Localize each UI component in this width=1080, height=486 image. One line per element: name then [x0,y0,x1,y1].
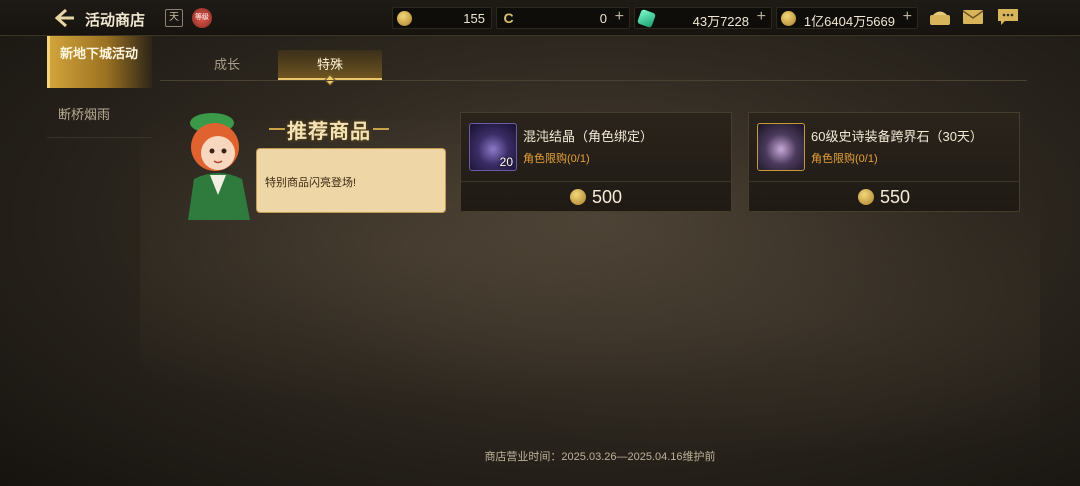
item-count: 20 [499,155,513,169]
purchase-limit: 角色限购(0/1) [523,153,590,165]
speech-bubble: 特别商品闪亮登场! [256,148,446,213]
sidebar-item-label: 断桥烟雨 [58,107,111,122]
sidebar-item-label: 新地下城活动 [60,46,139,61]
currency-value: 155 [463,11,485,26]
currency-gold: 155 [392,7,492,29]
currency-value: 43万7228 [692,14,749,29]
chat-icon[interactable] [997,8,1019,26]
cross-stone-icon [757,123,805,171]
chaos-crystal-icon: 20 [469,123,517,171]
back-arrow-icon[interactable] [54,8,76,28]
currency-value: 1亿6404万5669 [803,14,895,29]
gold-coin-icon [857,189,874,205]
price-value: 500 [591,187,623,207]
currency-gem: 43万7228 + [634,7,772,29]
product-name: 60级史诗装备跨界石（30天） [811,129,983,144]
purchase-limit: 角色限购(0/1) [811,153,878,165]
add-currency-button[interactable]: + [757,8,766,26]
calendar-icon[interactable]: 天 [165,9,183,27]
gold-medal-icon [781,11,796,26]
page-title: 活动商店 [85,12,146,29]
card-divider [461,181,731,182]
tab-growth[interactable]: 成长 [175,50,279,80]
shop-hours: 商店营业时间：2025.03.26—2025.04.16维护前 [484,451,716,463]
currency-value: 0 [599,11,607,26]
product-name: 混沌结晶（角色绑定） [523,129,654,144]
buy-button[interactable]: 500 [461,183,731,211]
mascot-character [188,113,250,220]
tab-divider [160,80,1027,81]
recommend-title: 推荐商品 [269,115,389,144]
sidebar-item-broken-bridge[interactable]: 断桥烟雨 [47,92,152,138]
mail-icon[interactable] [962,8,984,26]
price-value: 550 [879,187,911,207]
speech-text: 特别商品闪亮登场! [265,177,357,189]
top-bar: 活动商店 天 等级 155 C 0 + 43万7228 + 1亿6404万566… [0,0,1080,36]
c-coin-icon: C [503,10,514,26]
gold-coin-icon [397,11,412,26]
gold-coin-icon [569,189,586,205]
level-badge-icon[interactable]: 等级 [192,8,212,28]
green-gem-icon [636,8,657,29]
card-divider [749,181,1019,182]
mailbox-icon[interactable] [929,8,951,26]
add-currency-button[interactable]: + [903,8,912,26]
currency-medal: 1亿6404万5669 + [776,7,918,29]
product-card[interactable]: 60级史诗装备跨界石（30天） 角色限购(0/1) 550 [748,112,1020,212]
product-card[interactable]: 20 混沌结晶（角色绑定） 角色限购(0/1) 500 [460,112,732,212]
currency-c: C 0 + [496,7,630,29]
add-currency-button[interactable]: + [615,8,624,26]
buy-button[interactable]: 550 [749,183,1019,211]
sidebar-item-new-dungeon[interactable]: 新地下城活动 [47,36,152,88]
